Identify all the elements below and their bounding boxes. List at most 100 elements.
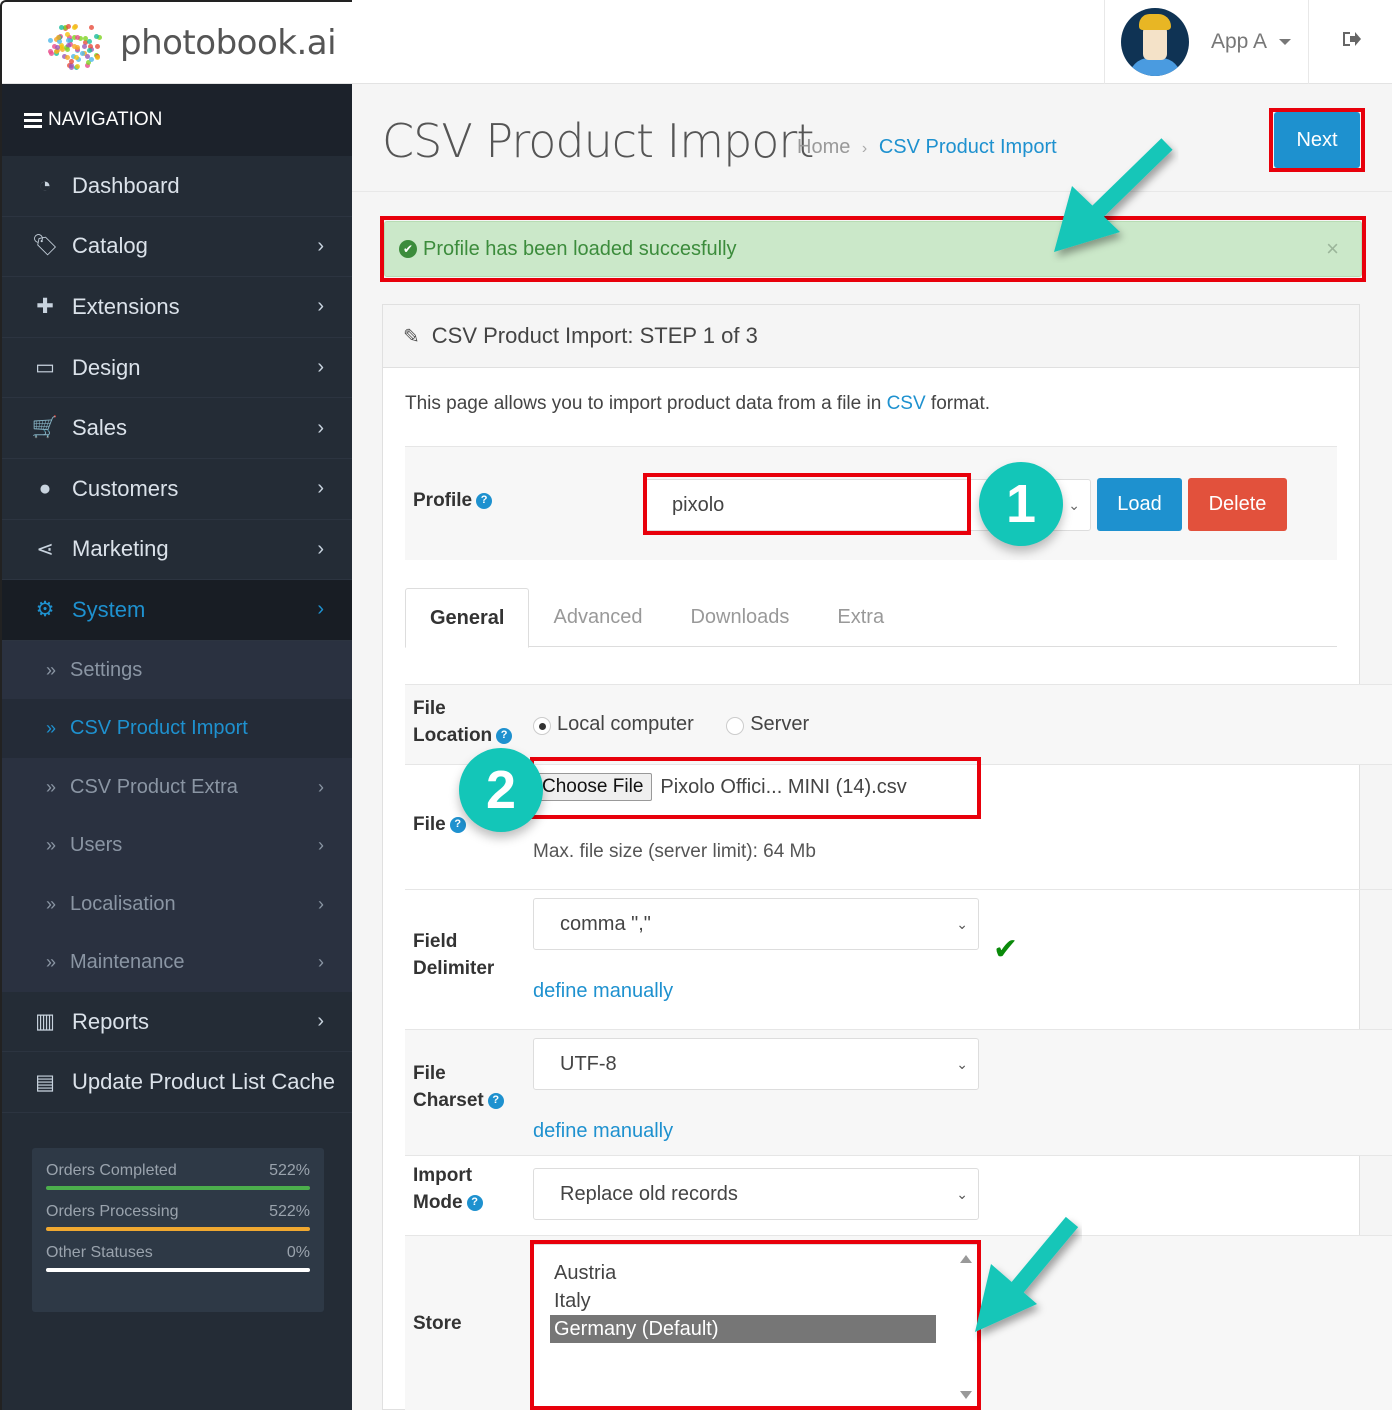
page-title: CSV Product Import xyxy=(382,114,814,168)
file-input[interactable]: Choose File Pixolo Offici... MINI (14).c… xyxy=(533,773,907,801)
sidebar-subitem-csv-product-import[interactable]: » CSV Product Import xyxy=(2,699,352,758)
chevron-right-icon: › xyxy=(317,537,324,560)
sidebar: NAVIGATION ◔ Dashboard 🏷 Catalog › ✚ Extension… xyxy=(0,84,352,1410)
chevron-right-icon: › xyxy=(317,598,324,621)
brand-logo[interactable]: photobook.ai xyxy=(0,0,352,84)
tab-advanced[interactable]: Advanced xyxy=(529,588,666,647)
breadcrumb-current[interactable]: CSV Product Import xyxy=(879,136,1057,158)
checkmark-icon: ✔ xyxy=(993,933,1019,966)
file-label: File? xyxy=(413,811,466,838)
file-row: File? Choose File Pixolo Offici... MINI … xyxy=(405,764,1392,889)
help-icon[interactable]: ? xyxy=(449,816,466,833)
tab-general[interactable]: General xyxy=(405,588,530,648)
sidebar-subitem-settings[interactable]: » Settings xyxy=(2,640,352,700)
define-manually-link[interactable]: define manually xyxy=(533,1120,673,1143)
pencil-icon: ✎ xyxy=(403,325,420,348)
import-panel: ✎ CSV Product Import: STEP 1 of 3 This p… xyxy=(382,304,1392,1410)
scroll-up-icon[interactable] xyxy=(960,1255,972,1263)
hamburger-icon xyxy=(24,110,42,131)
radio-button[interactable] xyxy=(533,716,551,735)
scroll-down-icon[interactable] xyxy=(960,1391,972,1399)
sidebar-item-marketing[interactable]: ⋖ Marketing › xyxy=(2,520,352,581)
dashboard-icon: ◔ xyxy=(38,173,52,197)
field-delimiter-select[interactable]: comma "," ⌄ xyxy=(533,898,979,950)
help-icon[interactable]: ? xyxy=(466,1194,483,1211)
intro-after: format. xyxy=(925,393,991,414)
store-listbox[interactable]: Austria Italy Germany (Default) xyxy=(533,1244,979,1410)
chevron-right-icon: › xyxy=(318,835,324,855)
profile-value: pixolo xyxy=(672,493,725,516)
sidebar-subitem-csv-product-extra[interactable]: » CSV Product Extra › xyxy=(2,757,352,817)
chevron-right-icon: › xyxy=(317,295,324,318)
sign-out-icon xyxy=(1341,30,1361,54)
panel-heading: ✎ CSV Product Import: STEP 1 of 3 xyxy=(383,305,1359,368)
sidebar-item-label: Design xyxy=(72,354,141,380)
step-badge-1: 1 xyxy=(979,462,1063,546)
sidebar-item-update-product-list-cache[interactable]: ▤ Update Product List Cache xyxy=(2,1052,352,1113)
sidebar-subitem-users[interactable]: » Users › xyxy=(2,816,352,875)
stat-label: Orders Completed xyxy=(46,1162,177,1179)
file-charset-select[interactable]: UTF-8 ⌄ xyxy=(533,1038,979,1090)
import-mode-select[interactable]: Replace old records ⌄ xyxy=(533,1168,979,1220)
nav-title: NAVIGATION xyxy=(48,109,163,130)
sidebar-item-design[interactable]: ▭ Design › xyxy=(2,338,352,399)
user-name: App A xyxy=(1211,30,1268,53)
chevron-down-icon: ⌄ xyxy=(956,915,968,932)
sidebar-item-extensions[interactable]: ✚ Extensions › xyxy=(2,277,352,338)
nav-header[interactable]: NAVIGATION xyxy=(2,84,352,156)
radio-server[interactable]: Server xyxy=(726,713,809,735)
radio-button[interactable] xyxy=(726,716,745,735)
sidebar-item-system[interactable]: ⚙ System › xyxy=(2,580,352,641)
sidebar-item-reports[interactable]: ▥ Reports › xyxy=(2,992,352,1053)
next-button[interactable]: Next xyxy=(1274,112,1360,168)
breadcrumb-home[interactable]: Home xyxy=(797,136,850,158)
brand-name: photobook.ai xyxy=(120,23,337,63)
stat-item: Other Statuses 0% xyxy=(46,1244,310,1272)
delete-button[interactable]: Delete xyxy=(1188,478,1287,531)
load-button[interactable]: Load xyxy=(1097,478,1182,531)
chevron-right-icon: › xyxy=(317,1010,324,1033)
sidebar-item-label: Sales xyxy=(72,415,128,441)
help-icon[interactable]: ? xyxy=(496,727,513,744)
stat-value: 522% xyxy=(269,1203,310,1220)
sidebar-subitem-maintenance[interactable]: » Maintenance › xyxy=(2,933,352,992)
tab-downloads[interactable]: Downloads xyxy=(666,588,813,647)
user-menu[interactable]: App A xyxy=(1104,0,1308,84)
store-option[interactable]: Italy xyxy=(550,1287,936,1315)
csv-link[interactable]: CSV xyxy=(887,393,926,414)
sidebar-subitem-localisation[interactable]: » Localisation › xyxy=(2,874,352,934)
book-icon: ▤ xyxy=(35,1070,55,1094)
close-icon[interactable]: × xyxy=(1326,236,1339,262)
radio-local-computer[interactable]: Local computer xyxy=(533,713,698,735)
sidebar-item-catalog[interactable]: 🏷 Catalog › xyxy=(2,217,352,278)
stat-progress-bar xyxy=(46,1227,310,1231)
tab-extra[interactable]: Extra xyxy=(813,588,908,647)
puzzle-icon: ✚ xyxy=(36,295,54,319)
profile-label: Profile? xyxy=(413,487,493,514)
breadcrumb-separator: › xyxy=(861,140,868,157)
check-circle-icon: ✔ xyxy=(399,240,417,258)
sidebar-item-dashboard[interactable]: ◔ Dashboard xyxy=(2,156,352,217)
stat-progress-bar xyxy=(46,1186,310,1190)
double-chevron-icon: » xyxy=(46,718,57,738)
sidebar-item-sales[interactable]: 🛒 Sales › xyxy=(2,398,352,459)
breadcrumb: Home › CSV Product Import xyxy=(797,136,1057,159)
sidebar-item-customers[interactable]: ● Customers › xyxy=(2,459,352,520)
double-chevron-icon: » xyxy=(46,776,57,797)
stat-label: Orders Processing xyxy=(46,1203,179,1220)
caret-down-icon xyxy=(1279,39,1292,45)
logout-button[interactable] xyxy=(1308,0,1392,84)
choose-file-button[interactable]: Choose File xyxy=(533,773,653,801)
field-delimiter-value: comma "," xyxy=(560,912,651,935)
help-icon[interactable]: ? xyxy=(487,1092,504,1109)
store-option[interactable]: Austria xyxy=(550,1259,936,1287)
chevron-right-icon: › xyxy=(317,477,324,500)
help-icon[interactable]: ? xyxy=(476,492,493,509)
stat-label: Other Statuses xyxy=(46,1244,153,1261)
stat-progress-bar xyxy=(46,1268,310,1272)
import-mode-row: Import Mode? Replace old records ⌄ xyxy=(405,1155,1392,1235)
chevron-right-icon: › xyxy=(318,893,324,914)
define-manually-link[interactable]: define manually xyxy=(533,980,673,1003)
chevron-right-icon: › xyxy=(317,356,324,379)
store-option[interactable]: Germany (Default) xyxy=(550,1315,936,1343)
